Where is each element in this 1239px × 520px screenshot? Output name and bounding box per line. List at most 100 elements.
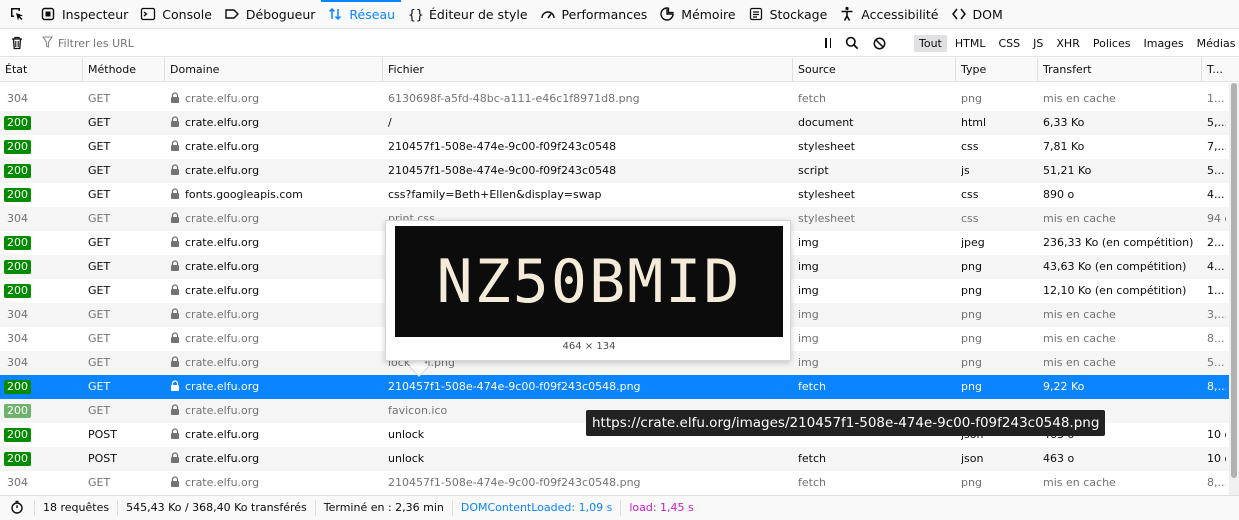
type-filter-button[interactable]: Médias bbox=[1192, 35, 1239, 52]
domain-cell: crate.elfu.org bbox=[170, 135, 380, 159]
type-cell: png bbox=[961, 308, 982, 321]
scrollbar-thumb[interactable] bbox=[1231, 83, 1237, 478]
tab-inspector[interactable]: Inspecteur bbox=[34, 0, 134, 28]
vertical-scrollbar[interactable] bbox=[1229, 83, 1239, 495]
debugger-icon bbox=[224, 6, 240, 22]
block-icon[interactable] bbox=[873, 37, 886, 50]
domain-text: crate.elfu.org bbox=[185, 428, 260, 441]
tab-memory[interactable]: Mémoire bbox=[653, 0, 741, 28]
source-cell: img bbox=[798, 332, 819, 345]
tab-style-editor[interactable]: {} Éditeur de style bbox=[401, 0, 534, 28]
table-row[interactable]: 304 GET crate.elfu.org 210457f1-508e-474e-9… bbox=[0, 471, 1229, 495]
domain-text: crate.elfu.org bbox=[185, 380, 260, 393]
type-filter-button[interactable]: Polices bbox=[1088, 35, 1136, 52]
svg-text:{}: {} bbox=[408, 8, 423, 22]
size-cell: 7,... bbox=[1207, 140, 1226, 153]
trash-icon bbox=[12, 36, 22, 49]
domain-text: crate.elfu.org bbox=[185, 284, 260, 297]
table-row[interactable]: 304 GET crate.elfu.org 6130698f-a5fd-48bc-a… bbox=[0, 87, 1229, 111]
url-tooltip: https://crate.elfu.org/images/210457f1-5… bbox=[586, 410, 1106, 436]
domain-cell: crate.elfu.org bbox=[170, 423, 380, 447]
url-filter-input[interactable] bbox=[40, 34, 810, 52]
method-cell: GET bbox=[88, 332, 111, 345]
size-cell: 8... bbox=[1207, 332, 1225, 345]
status-badge: 304 bbox=[7, 308, 28, 321]
column-header[interactable]: Source bbox=[793, 58, 956, 82]
method-cell: GET bbox=[88, 476, 111, 489]
column-header[interactable]: Type bbox=[956, 58, 1038, 82]
lock-icon bbox=[170, 256, 180, 271]
table-row[interactable]: 200 GET crate.elfu.org 210457f1-508e-474e-9… bbox=[0, 135, 1229, 159]
tab-storage[interactable]: Stockage bbox=[742, 0, 834, 28]
table-top-spacer bbox=[0, 83, 1229, 87]
source-cell: stylesheet bbox=[798, 188, 855, 201]
status-cell: 200 bbox=[4, 111, 79, 135]
type-cell: css bbox=[961, 140, 979, 153]
status-bar: 18 requêtes 545,43 Ko / 368,40 Ko transf… bbox=[0, 495, 1239, 520]
size-cell bbox=[1207, 399, 1226, 423]
type-filter-button[interactable]: HTML bbox=[950, 35, 991, 52]
type-cell: json bbox=[961, 452, 984, 465]
type-cell: png bbox=[961, 356, 982, 369]
element-picker-icon bbox=[11, 8, 23, 21]
column-header[interactable]: État bbox=[0, 58, 83, 82]
stopwatch-icon bbox=[11, 500, 23, 514]
type-filter-button[interactable]: Tout bbox=[914, 34, 947, 52]
storage-icon bbox=[748, 6, 764, 22]
domain-text: crate.elfu.org bbox=[185, 260, 260, 273]
status-badge: 200 bbox=[4, 260, 31, 274]
domain-cell: crate.elfu.org bbox=[170, 399, 380, 423]
domain-cell: crate.elfu.org bbox=[170, 471, 380, 495]
tab-label: Performances bbox=[561, 6, 648, 22]
status-badge: 304 bbox=[7, 332, 28, 345]
transfer-cell: mis en cache bbox=[1043, 332, 1116, 345]
status-badge: 200 bbox=[4, 116, 31, 130]
preview-dimensions: 464 × 134 bbox=[562, 341, 616, 352]
tab-performance[interactable]: Performances bbox=[534, 0, 654, 28]
table-row[interactable]: 200 GET crate.elfu.org 210457f1-508e-474e-9… bbox=[0, 159, 1229, 183]
search-icon[interactable] bbox=[845, 36, 859, 50]
tab-console[interactable]: Console bbox=[134, 0, 218, 28]
status-badge: 200 bbox=[4, 452, 31, 466]
lock-icon bbox=[170, 112, 180, 127]
lock-icon bbox=[170, 424, 180, 439]
lock-icon bbox=[170, 304, 180, 319]
clear-button[interactable] bbox=[0, 29, 34, 57]
source-cell: fetch bbox=[798, 452, 826, 465]
method-cell: GET bbox=[88, 92, 111, 105]
status-badge: 304 bbox=[7, 356, 28, 369]
performance-analysis-button[interactable] bbox=[0, 500, 35, 516]
status-cell: 200 bbox=[4, 135, 79, 159]
size-cell: 1... bbox=[1207, 92, 1225, 105]
table-row[interactable]: 200 POST crate.elfu.org unlock fetch json 463 … bbox=[0, 447, 1229, 471]
preview-image: NZ50BMID bbox=[395, 226, 783, 337]
column-header[interactable]: T... bbox=[1202, 58, 1229, 82]
table-row[interactable]: 200 GET crate.elfu.org / document html 6,33 Ko… bbox=[0, 111, 1229, 135]
tab-label: Accessibilité bbox=[861, 6, 939, 22]
type-filter-button[interactable]: Images bbox=[1138, 35, 1188, 52]
tab-label: Stockage bbox=[769, 6, 828, 22]
type-filter-button[interactable]: XHR bbox=[1051, 35, 1084, 52]
accessibility-icon bbox=[839, 6, 855, 22]
tab-network[interactable]: Réseau bbox=[321, 0, 401, 28]
tab-debugger[interactable]: Débogueur bbox=[218, 0, 322, 28]
type-filter-button[interactable]: CSS bbox=[994, 35, 1026, 52]
type-filter-button[interactable]: JS bbox=[1028, 35, 1048, 52]
element-picker-button[interactable] bbox=[0, 0, 34, 28]
column-header[interactable]: Méthode bbox=[83, 58, 165, 82]
tab-accessibility[interactable]: Accessibilité bbox=[833, 0, 944, 28]
pause-icon[interactable] bbox=[825, 38, 831, 48]
memory-icon bbox=[659, 6, 675, 22]
request-count: 18 requêtes bbox=[35, 500, 119, 516]
file-cell: 6130698f-a5fd-48bc-a111-e46c1f8971d8.png bbox=[388, 92, 640, 105]
tab-dom[interactable]: DOM bbox=[945, 0, 1009, 28]
source-cell: document bbox=[798, 116, 854, 129]
column-header[interactable]: Transfert bbox=[1038, 58, 1202, 82]
source-cell: img bbox=[798, 260, 819, 273]
column-header[interactable]: Fichier bbox=[383, 58, 793, 82]
table-row[interactable]: 200 GET crate.elfu.org 210457f1-508e-474e-9… bbox=[0, 375, 1229, 399]
transfer-cell: 463 o bbox=[1043, 452, 1075, 465]
transfer-cell: 51,21 Ko bbox=[1043, 164, 1092, 177]
column-header[interactable]: Domaine bbox=[165, 58, 383, 82]
table-row[interactable]: 200 GET fonts.googleapis.com css?family=Bet… bbox=[0, 183, 1229, 207]
